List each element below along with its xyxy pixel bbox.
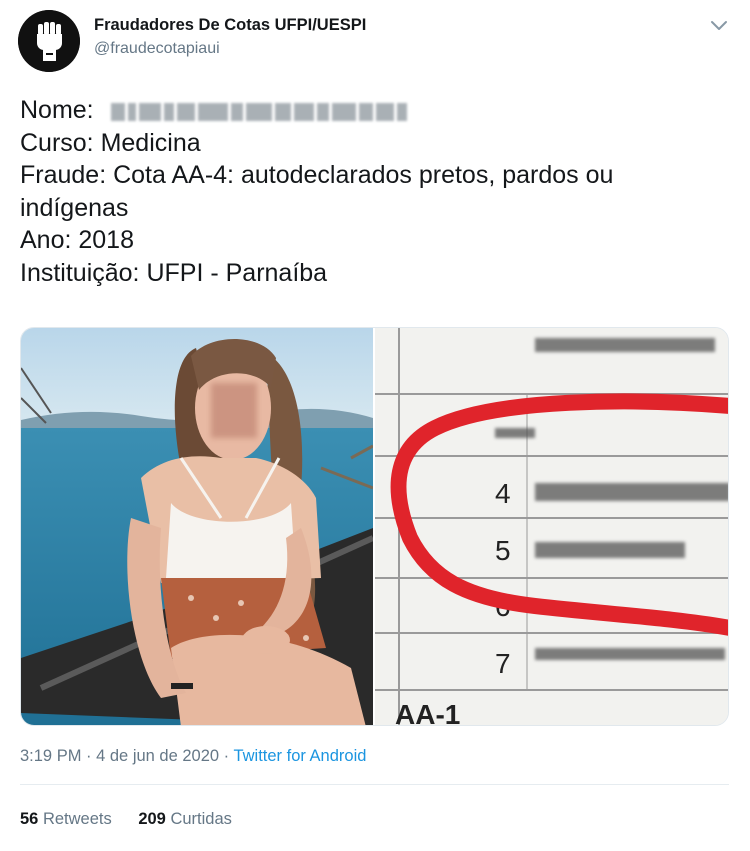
doc-row-5: 5 [495,535,511,566]
chevron-down-icon [711,21,727,30]
doc-row-7: 7 [495,648,511,679]
tweet-source-link[interactable]: Twitter for Android [233,747,366,765]
tweet-card: Fraudadores De Cotas UFPI/UESPI @fraudec… [0,0,750,851]
instituicao-line: Instituição: UFPI - Parnaíba [20,258,328,287]
tweet-time[interactable]: 3:19 PM [20,747,81,765]
author-handle[interactable]: @fraudecotapiaui [94,40,220,58]
fraude-line-2: indígenas [20,193,129,222]
meta-separator: · [81,747,97,765]
fraude-line-1: Fraude: Cota AA-4: autodeclarados pretos… [20,161,614,189]
likes-stat[interactable]: 209 Curtidas [138,810,232,828]
tweet-media: 4 5 6 7 AA-1 [20,327,729,726]
raised-fist-icon [18,10,80,72]
doc-row-4: 4 [495,478,511,509]
tweet-text: Nome: Curso: Medicina Fraude: Cota AA-4:… [20,94,720,289]
nome-line: Nome: [20,94,720,127]
tweet-menu-button[interactable] [706,14,732,36]
curso-line: Curso: Medicina [20,128,201,157]
doc-footer: AA-1 [395,699,460,726]
nome-label: Nome: [20,96,94,124]
tweet-meta: 3:19 PM · 4 de jun de 2020 · Twitter for… [20,747,366,766]
tweet-stats: 56 Retweets 209 Curtidas [20,810,254,829]
tweet-date[interactable]: 4 de jun de 2020 [96,747,219,765]
document-photo[interactable]: 4 5 6 7 AA-1 [375,328,728,726]
meta-separator: · [219,747,234,765]
retweets-stat[interactable]: 56 Retweets [20,810,112,828]
author-avatar[interactable] [18,10,80,72]
author-display-name[interactable]: Fraudadores De Cotas UFPI/UESPI [94,16,366,35]
divider [20,784,729,785]
ano-line: Ano: 2018 [20,226,134,254]
likes-count: 209 [138,810,166,828]
likes-label: Curtidas [170,810,232,828]
portrait-photo[interactable] [21,328,373,725]
retweets-label: Retweets [42,810,112,828]
pixelated-name [110,97,441,122]
retweets-count: 56 [20,810,39,828]
